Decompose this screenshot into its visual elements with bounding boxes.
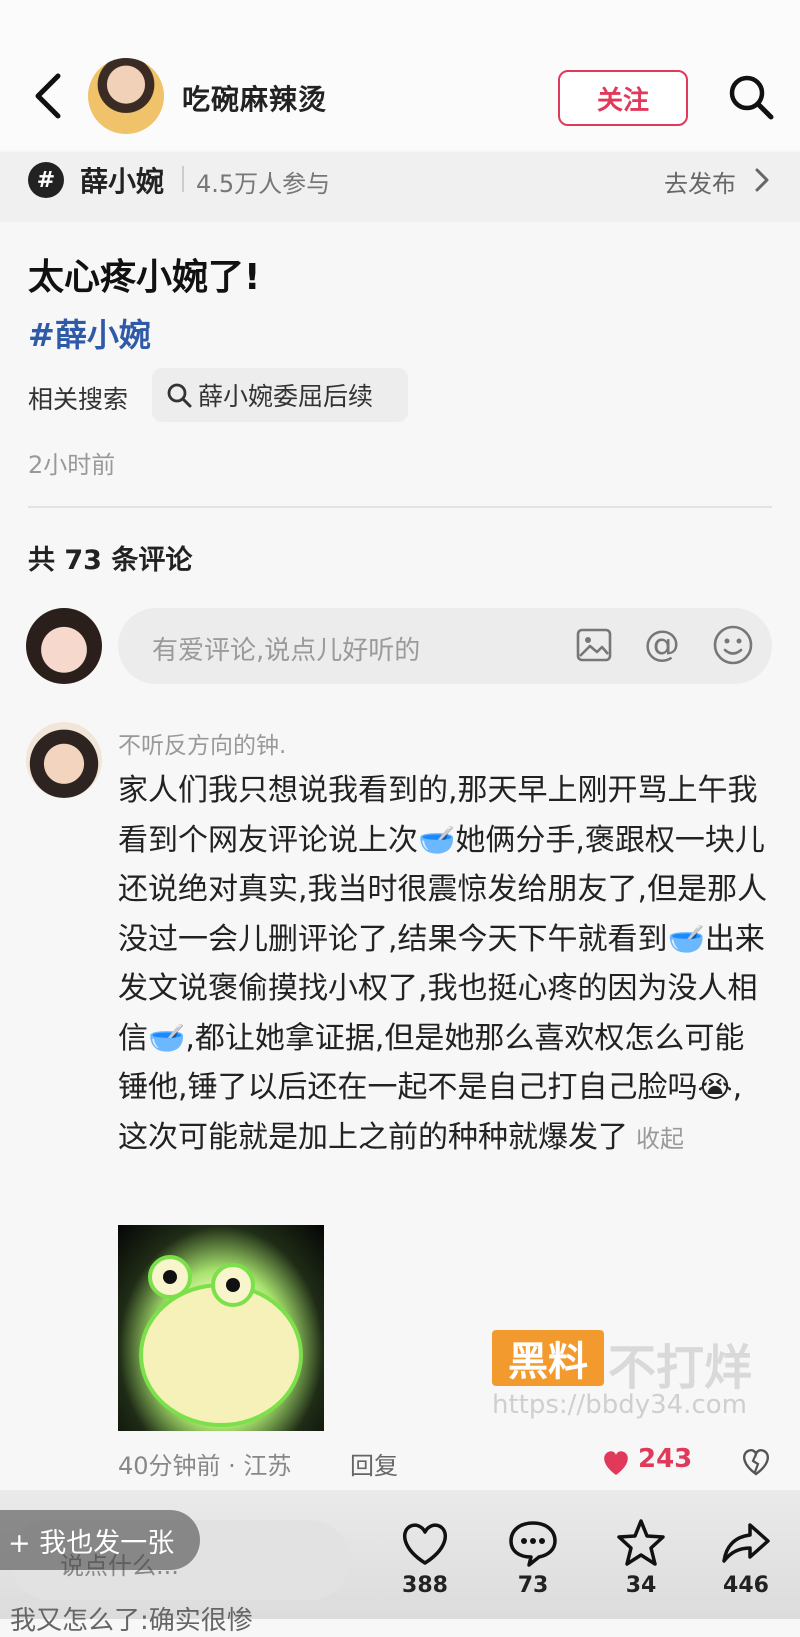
post-title: 太心疼小婉了! [28, 257, 261, 298]
emoji-icon[interactable] [712, 624, 754, 666]
author-name[interactable]: 吃碗麻辣烫 [182, 78, 327, 118]
post-time: 2小时前 [28, 451, 116, 479]
related-search-label: 相关搜索 [28, 385, 129, 414]
commenter-avatar[interactable] [26, 722, 102, 798]
comment-like-count: 243 [638, 1444, 693, 1474]
my-avatar[interactable] [26, 608, 102, 684]
topic-name[interactable]: 薛小婉 [80, 160, 164, 200]
related-search-pill[interactable]: 薛小婉委屈后续 [152, 368, 408, 422]
chevron-right-icon[interactable] [752, 166, 772, 194]
share-count: 446 [723, 1573, 769, 1598]
star-icon[interactable] [613, 1515, 669, 1571]
comment-count-bottom: 73 [517, 1573, 549, 1598]
like-count: 388 [402, 1573, 448, 1598]
commenter-name[interactable]: 不听反方向的钟. [118, 726, 286, 760]
heart-icon[interactable] [600, 1447, 632, 1477]
reply-button[interactable]: 回复 [350, 1446, 398, 1481]
comment-image[interactable] [118, 1225, 324, 1431]
favorite-count: 34 [625, 1573, 657, 1598]
author-avatar[interactable] [88, 58, 164, 134]
comment-input-placeholder[interactable]: 有爱评论,说点儿好听的 [152, 630, 420, 667]
comment-count: 共 73 条评论 [28, 545, 193, 576]
post-hashtag[interactable]: #薛小婉 [28, 310, 151, 356]
divider [182, 166, 184, 192]
watermark-badge: 黑料 [492, 1330, 604, 1386]
mention-icon[interactable]: @ [644, 624, 680, 665]
broken-heart-icon[interactable] [740, 1446, 772, 1476]
go-post-link[interactable]: 去发布 [664, 164, 736, 199]
back-icon[interactable] [28, 70, 68, 122]
comment-text: 家人们我只想说我看到的,那天早上刚开骂上午我看到个网友评论说上次🥣她俩分手,褒跟… [118, 766, 768, 1164]
collapse-button[interactable]: 收起 [636, 1125, 684, 1153]
topic-participants: 4.5万人参与 [196, 170, 331, 198]
image-icon[interactable] [575, 626, 613, 664]
search-icon[interactable] [726, 72, 776, 122]
comment-body: 家人们我只想说我看到的,那天早上刚开骂上午我看到个网友评论说上次🥣她俩分手,褒跟… [118, 773, 768, 1155]
hashtag-icon: # [28, 162, 64, 198]
frog-sticker [139, 1255, 303, 1427]
like-icon[interactable] [397, 1515, 453, 1571]
share-icon[interactable] [718, 1515, 774, 1571]
comment-meta: 40分钟前 · 江苏 [118, 1452, 292, 1480]
follow-button[interactable]: 关注 [558, 70, 688, 126]
divider [28, 506, 772, 508]
watermark-url: https://bbdy34.com [492, 1390, 747, 1420]
watermark-text: 不打烊 [608, 1340, 753, 1396]
search-icon [167, 383, 192, 408]
post-too-button[interactable]: + 我也发一张 [0, 1510, 200, 1570]
related-search-query: 薛小婉委屈后续 [198, 382, 374, 411]
comment-icon[interactable] [505, 1515, 561, 1571]
